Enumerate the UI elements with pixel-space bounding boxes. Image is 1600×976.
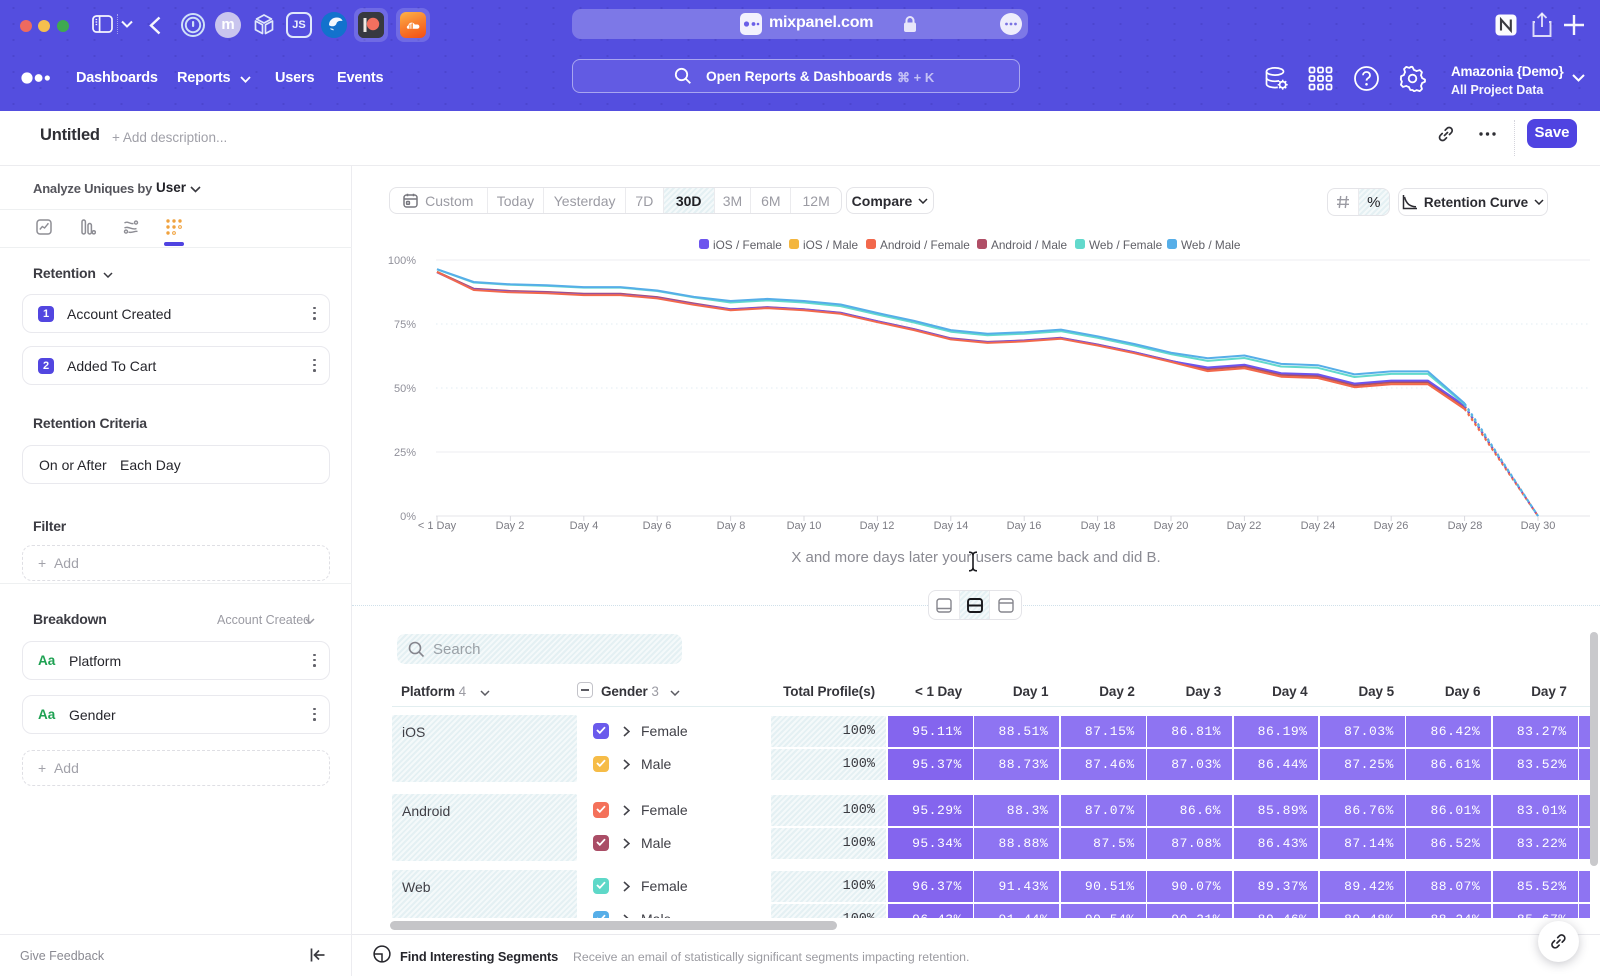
svg-text:75%: 75% (394, 319, 416, 331)
svg-text:100%: 100% (388, 255, 416, 267)
svg-text:25%: 25% (394, 447, 416, 459)
svg-text:50%: 50% (394, 383, 416, 395)
